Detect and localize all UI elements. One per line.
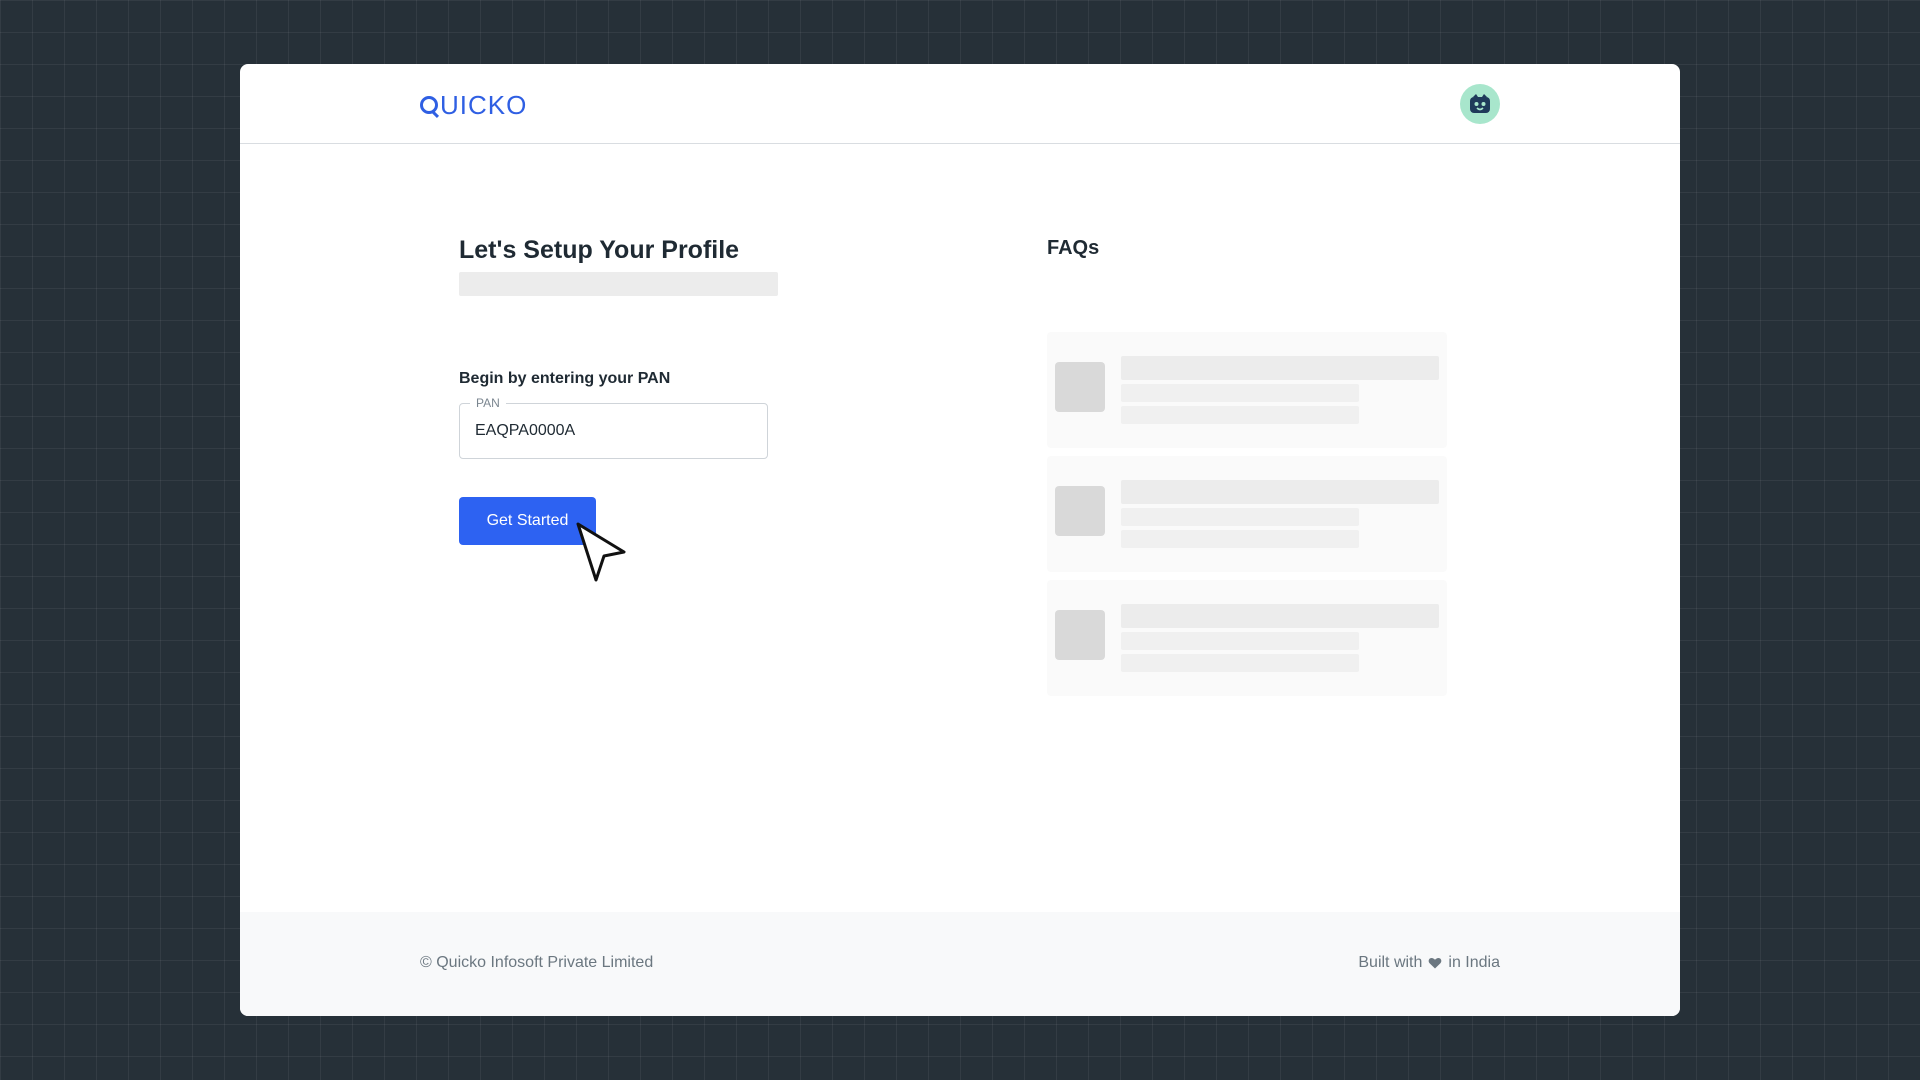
faq-item-skeleton bbox=[1047, 332, 1447, 448]
faq-title-skeleton bbox=[1121, 480, 1439, 504]
faq-item-skeleton bbox=[1047, 456, 1447, 572]
heart-icon bbox=[1429, 957, 1442, 969]
page-title: Let's Setup Your Profile bbox=[459, 236, 740, 264]
quicko-logo[interactable]: UICKO bbox=[420, 90, 527, 120]
faq-line-skeleton bbox=[1121, 508, 1359, 526]
pan-field[interactable]: PAN bbox=[459, 396, 768, 459]
faq-line-skeleton bbox=[1121, 632, 1359, 650]
faq-title: FAQs bbox=[1047, 237, 1100, 259]
faq-line-skeleton bbox=[1121, 530, 1359, 548]
faq-section: FAQs bbox=[1047, 234, 1457, 696]
built-with-text: Built with bbox=[1358, 954, 1423, 971]
avatar[interactable] bbox=[1460, 84, 1500, 124]
faq-line-skeleton bbox=[1121, 406, 1359, 424]
faq-title-skeleton bbox=[1121, 604, 1439, 628]
profile-setup-section: Let's Setup Your Profile Begin by enteri… bbox=[459, 234, 879, 545]
logo-q-mark-icon bbox=[420, 96, 438, 114]
built-with-note: Built with in India bbox=[1358, 954, 1500, 972]
pan-prompt: Begin by entering your PAN bbox=[459, 370, 671, 387]
faq-thumbnail-skeleton bbox=[1055, 486, 1105, 536]
in-india-text: in India bbox=[1448, 954, 1500, 971]
pan-field-label: PAN bbox=[470, 396, 506, 410]
footer: © Quicko Infosoft Private Limited Built … bbox=[240, 912, 1680, 1016]
faq-thumbnail-skeleton bbox=[1055, 610, 1105, 660]
app-window: UICKO Let's Setup Your Profile Begin by … bbox=[240, 64, 1680, 1016]
logo-wordmark: UICKO bbox=[440, 90, 528, 120]
faq-item-skeleton bbox=[1047, 580, 1447, 696]
faq-line-skeleton bbox=[1121, 654, 1359, 672]
subtitle-loading-skeleton bbox=[459, 272, 778, 296]
top-bar: UICKO bbox=[240, 64, 1680, 144]
faq-thumbnail-skeleton bbox=[1055, 362, 1105, 412]
pan-input[interactable] bbox=[475, 420, 755, 442]
faq-title-skeleton bbox=[1121, 356, 1439, 380]
copyright-text: © Quicko Infosoft Private Limited bbox=[420, 954, 654, 971]
mouse-pointer-icon bbox=[576, 522, 626, 582]
faq-line-skeleton bbox=[1121, 384, 1359, 402]
robot-face-icon bbox=[1470, 94, 1490, 113]
